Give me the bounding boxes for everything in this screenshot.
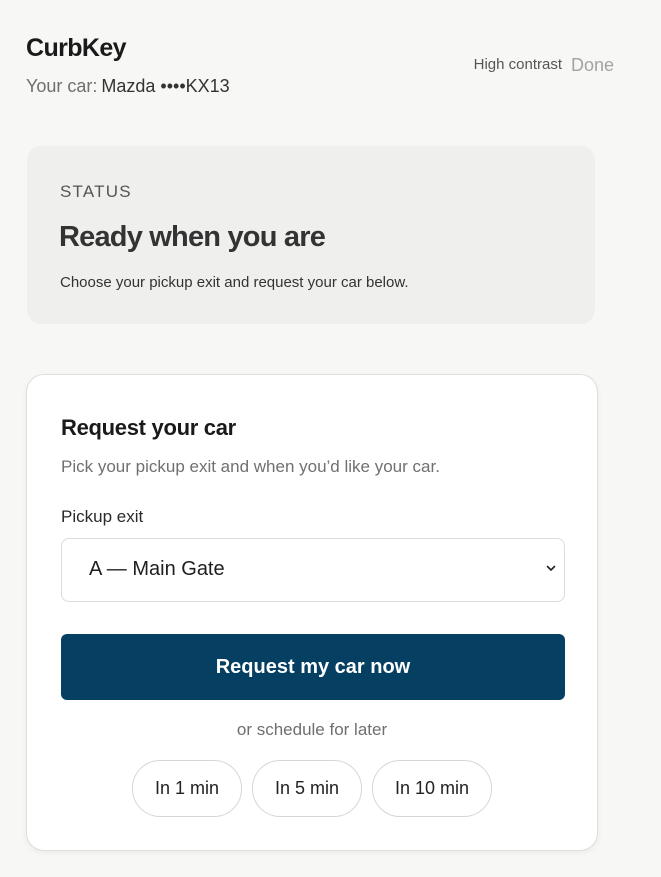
status-title: Ready when you are [59,221,326,253]
request-car-now-button[interactable]: Request my car now [61,634,565,700]
done-button[interactable]: Done [571,55,614,76]
request-subtitle: Pick your pickup exit and when you’d lik… [61,457,440,476]
schedule-10-min-button[interactable]: In 10 min [372,760,493,817]
request-card: Request your car Pick your pickup exit a… [26,374,598,851]
high-contrast-toggle[interactable]: High contrast [474,56,562,73]
chevron-down-icon [546,565,556,571]
request-title: Request your car [61,415,236,440]
status-label: STATUS [60,182,132,201]
pickup-exit-value: A — Main Gate [89,558,225,580]
schedule-5-min-button[interactable]: In 5 min [251,760,362,817]
app-title: CurbKey [26,34,127,62]
car-info: Your car: Mazda ••••KX13 [26,76,230,97]
pickup-exit-label: Pickup exit [61,507,144,526]
pickup-exit-select[interactable]: A — Main Gate [61,538,565,602]
schedule-later-text: or schedule for later [236,720,388,739]
schedule-1-min-button[interactable]: In 1 min [131,760,242,817]
app-header: CurbKey Your car: Mazda ••••KX13 High con… [26,34,614,104]
status-card: STATUS Ready when you are Choose your pi… [27,146,595,324]
status-hint: Choose your pickup exit and request your… [60,274,409,291]
car-value: Mazda ••••KX13 [101,76,230,96]
car-label: Your car: [26,76,98,96]
schedule-options: In 1 min In 5 min In 10 min [27,760,597,817]
